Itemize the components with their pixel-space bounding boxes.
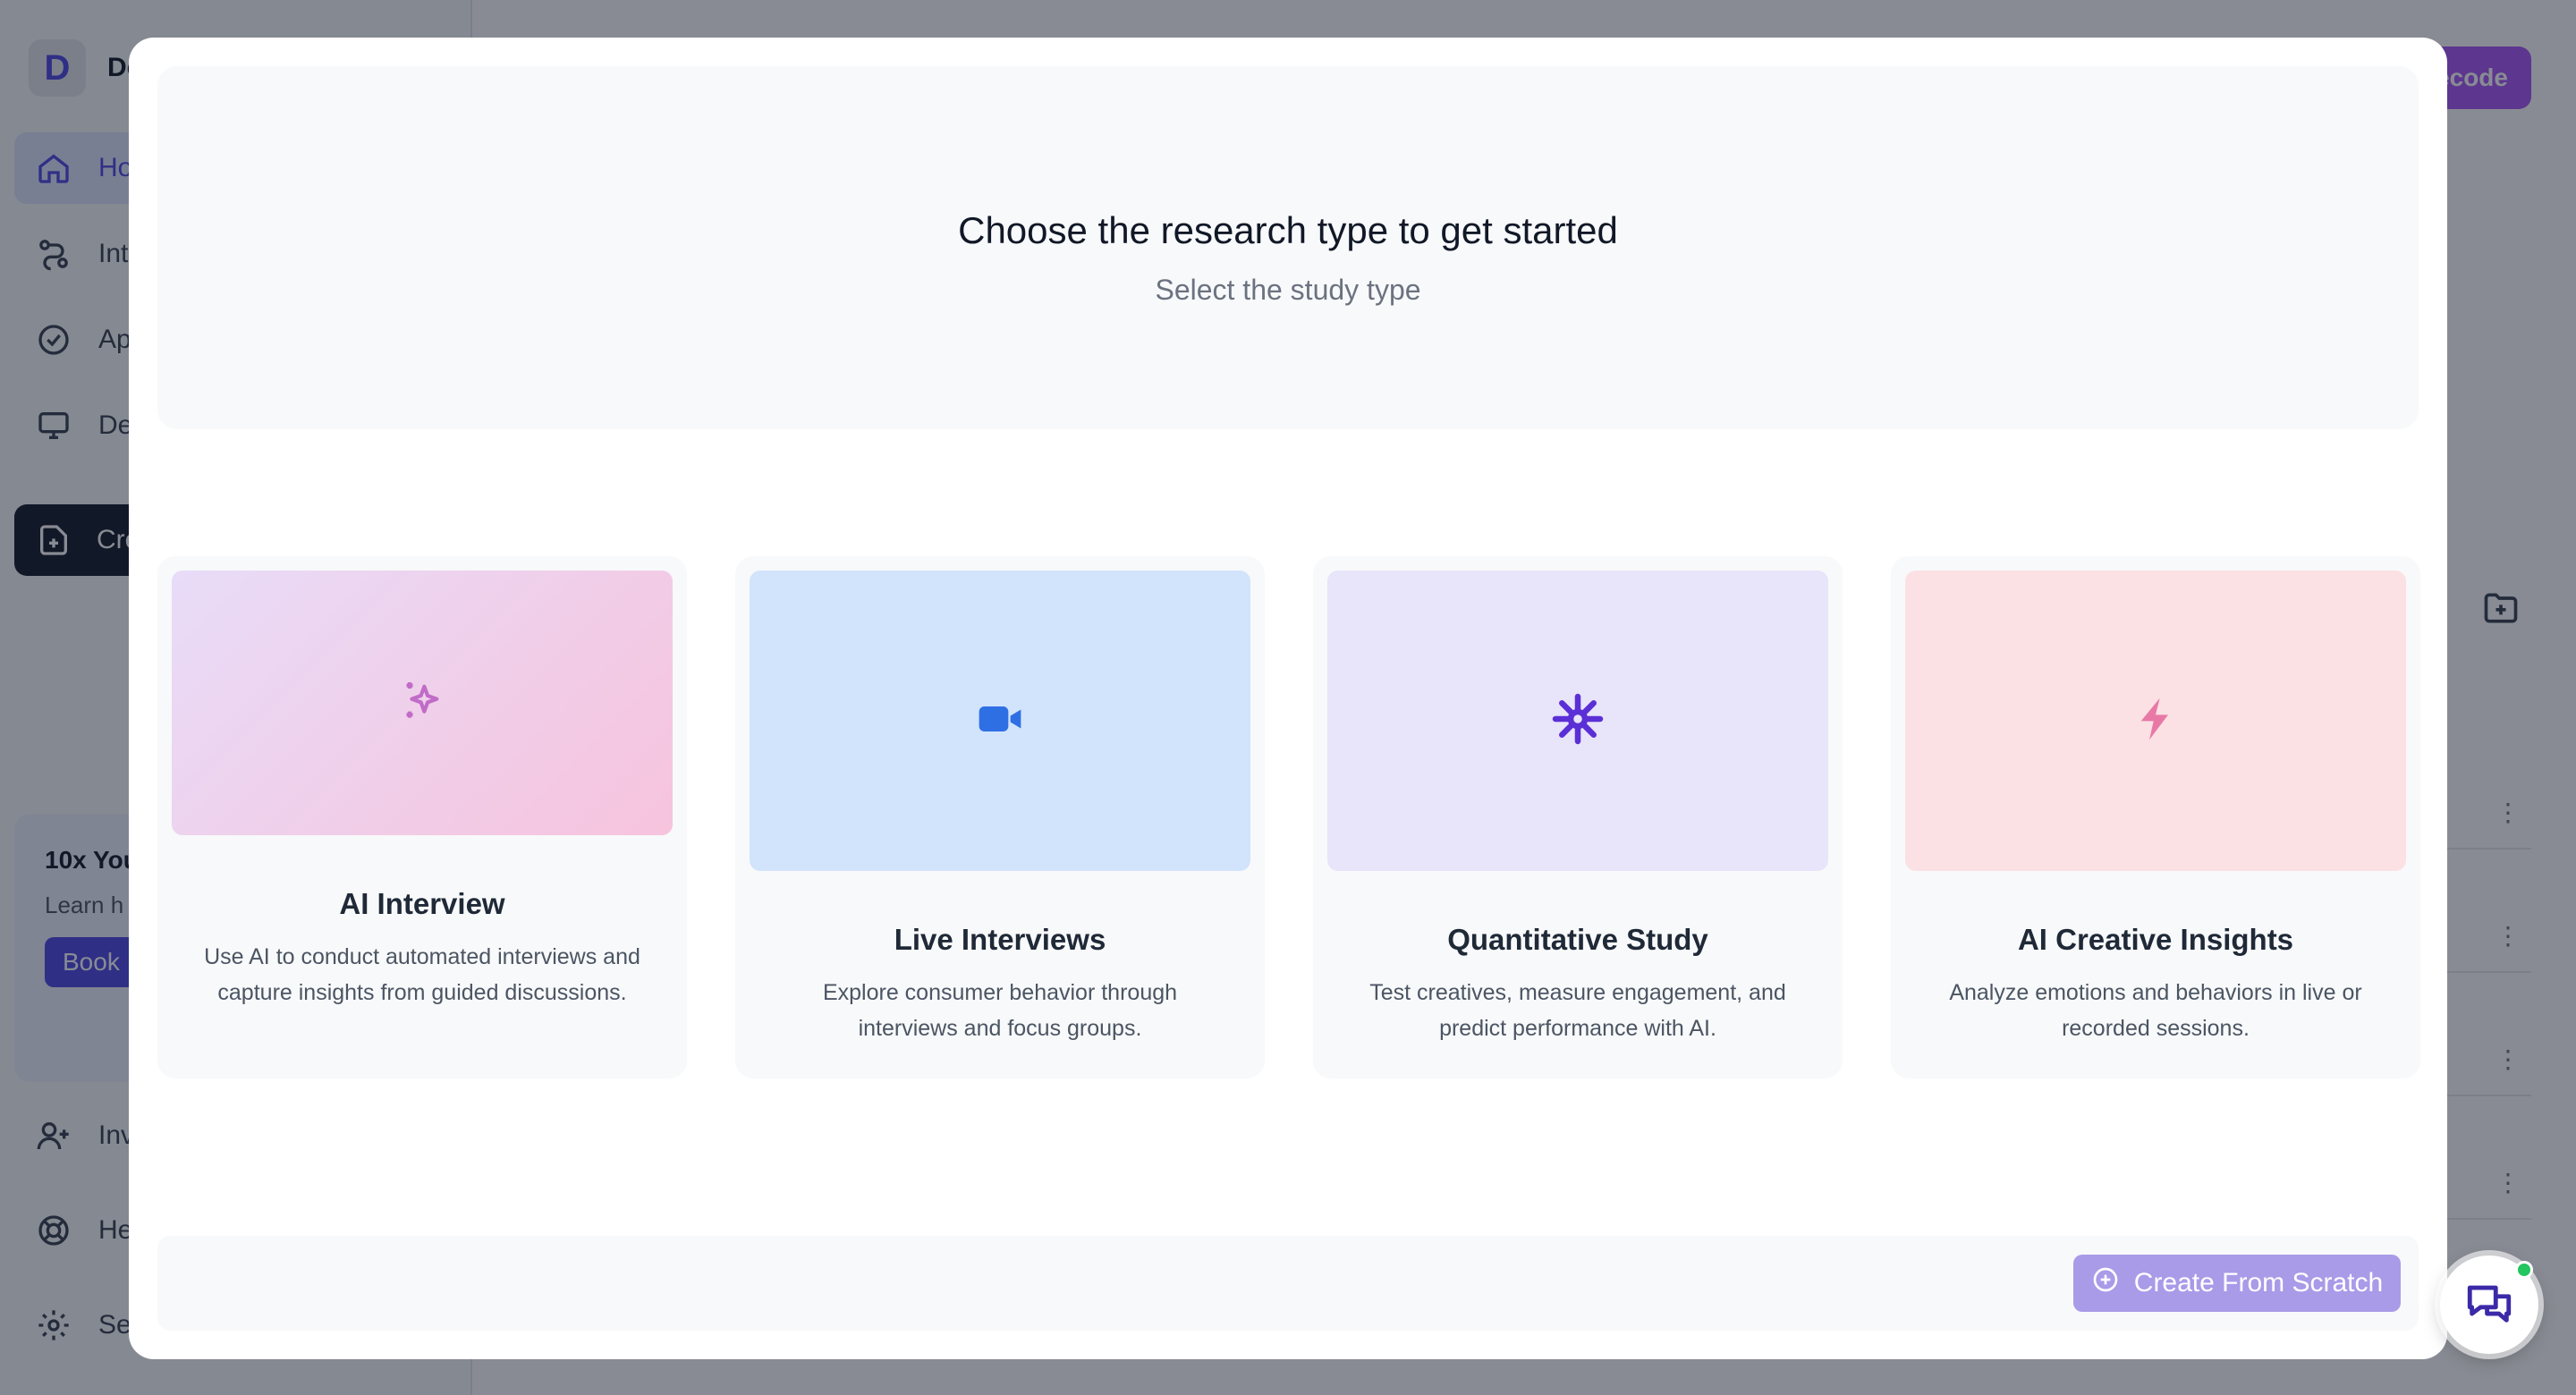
card-title: Quantitative Study (1447, 923, 1708, 956)
card-title: AI Interview (339, 887, 505, 920)
card-description: Analyze emotions and behaviors in live o… (1949, 980, 2362, 1041)
modal-footer: Create From Scratch (157, 1236, 2419, 1331)
card-description: Explore consumer behavior through interv… (822, 980, 1178, 1041)
plus-circle-icon (2091, 1265, 2120, 1301)
card-title: Live Interviews (894, 923, 1106, 956)
create-from-scratch-label: Create From Scratch (2133, 1268, 2384, 1298)
online-status-dot (2515, 1261, 2533, 1279)
chat-widget-button[interactable] (2440, 1256, 2538, 1354)
card-ai-creative-insights[interactable]: AI Creative Insights Analyze emotions an… (1891, 556, 2420, 1078)
asterisk-icon (1551, 692, 1605, 750)
card-ai-interview[interactable]: AI Interview Use AI to conduct automated… (157, 556, 687, 1078)
modal-subtitle: Select the study type (1155, 274, 1421, 306)
card-image (172, 571, 673, 835)
card-description: Use AI to conduct automated interviews a… (204, 944, 640, 1005)
lightning-icon (2131, 694, 2181, 748)
card-image (1327, 571, 1828, 871)
modal-header: Choose the research type to get started … (157, 66, 2419, 429)
chat-bubbles-icon (2463, 1277, 2515, 1333)
modal-title: Choose the research type to get started (958, 209, 1618, 251)
card-quantitative-study[interactable]: Quantitative Study Test creatives, measu… (1313, 556, 1843, 1078)
card-description: Test creatives, measure engagement, and … (1369, 980, 1786, 1041)
card-live-interviews[interactable]: Live Interviews Explore consumer behavio… (735, 556, 1265, 1078)
create-from-scratch-button[interactable]: Create From Scratch (2073, 1255, 2401, 1312)
card-image (750, 571, 1250, 871)
research-type-modal: Choose the research type to get started … (129, 38, 2447, 1359)
sparkles-icon (397, 676, 447, 731)
video-icon (975, 694, 1025, 748)
card-image (1905, 571, 2406, 871)
card-title: AI Creative Insights (2017, 923, 2294, 956)
